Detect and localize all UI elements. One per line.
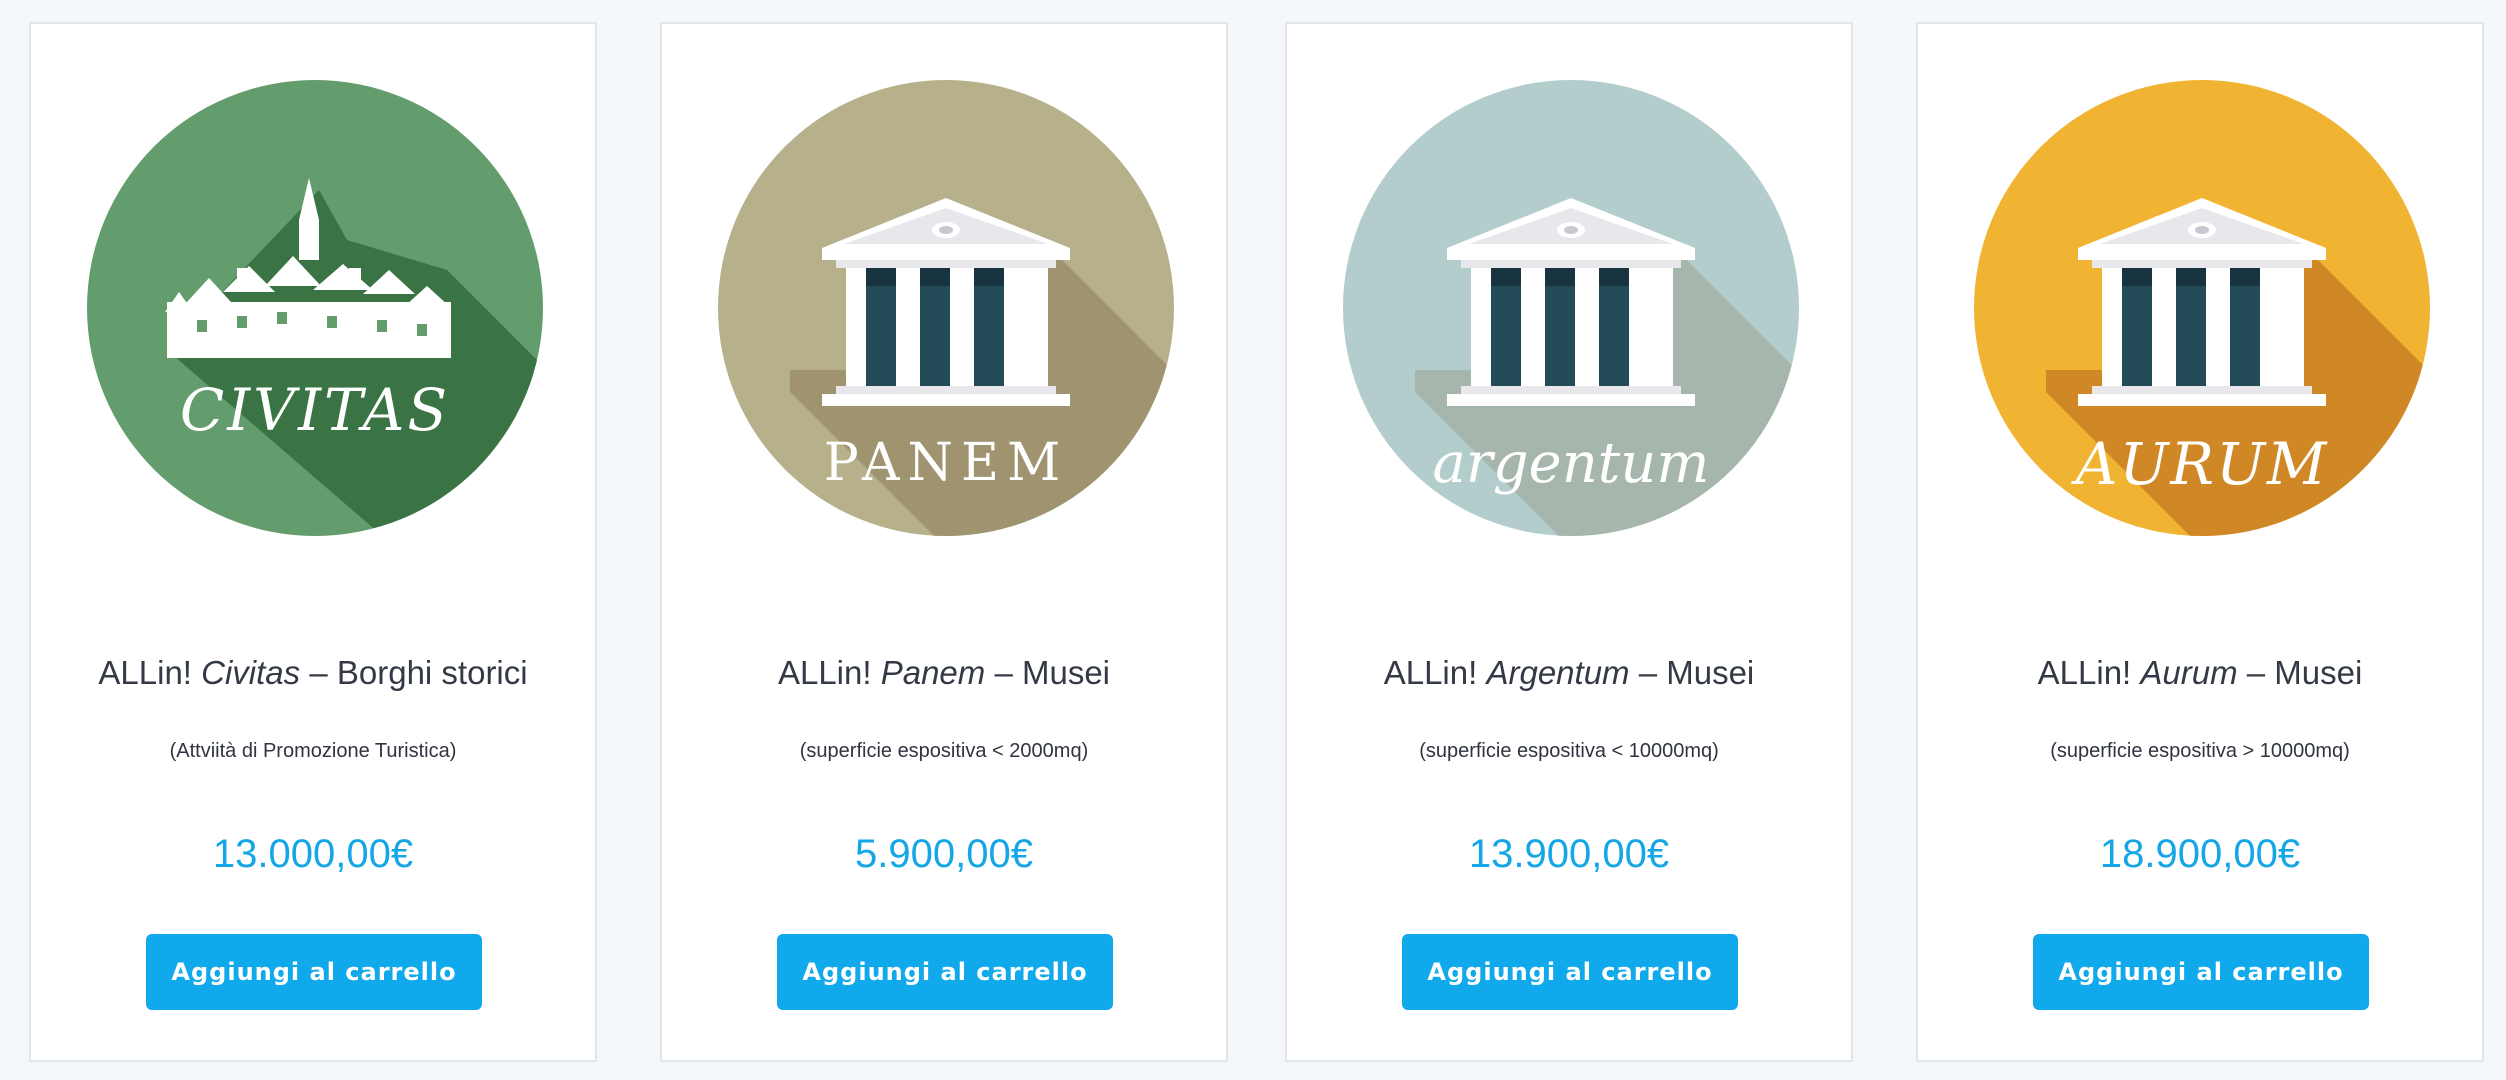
product-title[interactable]: ALLin! Civitas – Borghi storici [31,654,595,692]
argentum-logo[interactable]: argentum [1343,80,1799,536]
product-card-aurum: AURUM ALLin! Aurum – Musei (superficie e… [1916,22,2484,1062]
add-to-cart-button[interactable]: Aggiungi al carrello [777,934,1113,1010]
logo-wordmark: CIVITAS [180,376,450,444]
add-to-cart-button[interactable]: Aggiungi al carrello [146,934,482,1010]
civitas-logo[interactable]: CIVITAS [87,80,543,536]
aurum-logo[interactable]: AURUM [1974,80,2430,536]
product-price: 13.000,00€ [212,832,414,876]
product-subtitle: (Attviità di Promozione Turistica) [169,740,457,762]
logo-wordmark: PANEM [824,433,1068,493]
product-subtitle: (superficie espositiva < 2000mq) [799,740,1089,762]
panem-logo[interactable]: PANEM [718,80,1174,536]
product-grid: CIVITAS ALLin! Civitas – Borghi storici … [0,0,2506,1080]
product-price: 18.900,00€ [2099,832,2301,876]
product-title[interactable]: ALLin! Panem – Musei [662,654,1226,692]
logo-wordmark: argentum [1433,431,1710,496]
logo-wordmark: AURUM [2071,430,2329,498]
product-card-civitas: CIVITAS ALLin! Civitas – Borghi storici … [29,22,597,1062]
product-title[interactable]: ALLin! Aurum – Musei [1918,654,2482,692]
product-subtitle: (superficie espositiva < 10000mq) [1419,740,1719,762]
add-to-cart-button[interactable]: Aggiungi al carrello [1402,934,1738,1010]
add-to-cart-button[interactable]: Aggiungi al carrello [2033,934,2369,1010]
product-price: 13.900,00€ [1468,832,1670,876]
product-title[interactable]: ALLin! Argentum – Musei [1287,654,1851,692]
product-subtitle: (superficie espositiva > 10000mq) [2050,740,2350,762]
product-card-argentum: argentum ALLin! Argentum – Musei (superf… [1285,22,1853,1062]
product-price: 5.900,00€ [855,832,1033,876]
product-card-panem: PANEM ALLin! Panem – Musei (superficie e… [660,22,1228,1062]
